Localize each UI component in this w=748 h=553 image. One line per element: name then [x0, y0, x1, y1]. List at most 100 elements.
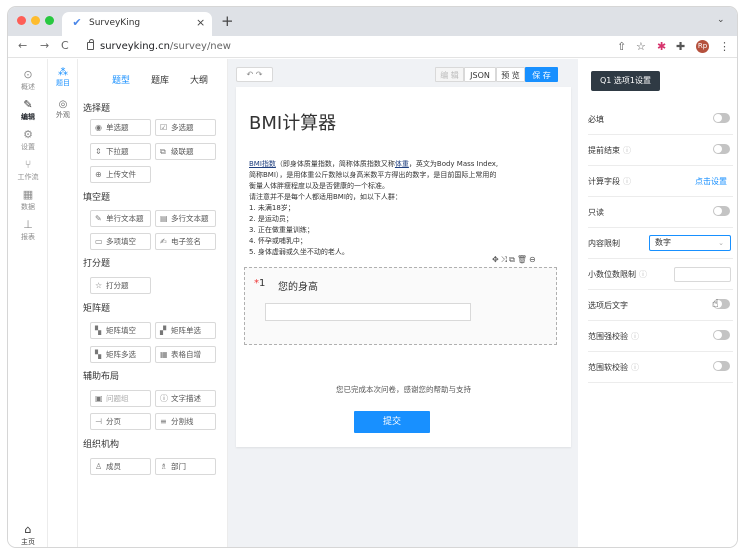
reload-button[interactable]: C — [61, 39, 69, 52]
group-choice: 选择题 — [83, 104, 111, 114]
button-label: 部门 — [171, 462, 186, 471]
subnav-questions-label: 题目 — [56, 79, 70, 87]
nav-overview[interactable]: ⊙ 概述 — [8, 69, 48, 92]
edit-button[interactable]: 编 辑 — [435, 67, 464, 82]
canvas-toolbar: ↶ ↷ 编 辑 JSON 预 览 保 存 — [236, 67, 571, 82]
add-member-button[interactable]: ♙ 成员 — [90, 458, 151, 475]
add-dropdown-button[interactable]: ⇕ 下拉题 — [90, 143, 151, 160]
prop-label-text: 小数位数限制 — [588, 270, 636, 279]
survey-title[interactable]: BMI计算器 — [249, 109, 336, 135]
early-end-toggle[interactable] — [713, 144, 730, 154]
save-button[interactable]: 保 存 — [525, 67, 558, 82]
nav-settings[interactable]: ⚙ 设置 — [8, 129, 48, 152]
add-matrix-multi-button[interactable]: ▚ 矩阵多选 — [90, 346, 151, 363]
button-label: 打分题 — [106, 281, 129, 290]
desc-text: （即身体质量指数，简称体质指数又称 — [275, 160, 395, 168]
survey-description[interactable]: BMI指数（即身体质量指数，简称体质指数又称体重，英文为Body Mass In… — [249, 159, 559, 258]
group-fill: 填空题 — [83, 193, 111, 203]
undo-redo-buttons[interactable]: ↶ ↷ — [236, 67, 273, 82]
help-icon[interactable]: ⓘ — [631, 332, 639, 341]
extension-icon[interactable]: ✱ — [657, 40, 666, 53]
minimize-window-button[interactable] — [31, 16, 40, 25]
decimal-limit-input[interactable] — [674, 267, 731, 282]
add-question-group-button[interactable]: ▣ 问题组 — [90, 390, 151, 407]
nav-data[interactable]: ▦ 数据 — [8, 189, 48, 212]
nav-home[interactable]: ⌂ 主页 — [8, 524, 48, 547]
readonly-toggle[interactable] — [713, 206, 730, 216]
add-cascade-button[interactable]: ⧉ 级联题 — [155, 143, 216, 160]
tab-search-icon[interactable]: ⌄ — [717, 15, 725, 25]
nav-workflow[interactable]: ⑂ 工作流 — [8, 159, 48, 182]
subnav-questions[interactable]: ⁂ 题目 — [48, 67, 78, 88]
nav-overview-label: 概述 — [21, 83, 35, 91]
tab-question-bank[interactable]: 题库 — [151, 73, 169, 86]
add-upload-button[interactable]: ⊕ 上传文件 — [90, 166, 151, 183]
left-nav: ⊙ 概述 ✎ 编辑 ⚙ 设置 ⑂ 工作流 ▦ 数据 ⊥ 报表 ⌂ 主页 — [8, 59, 48, 547]
survey-paper: BMI计算器 BMI指数（即身体质量指数，简称体质指数又称体重，英文为Body … — [236, 87, 571, 447]
nav-workflow-label: 工作流 — [17, 173, 39, 181]
question-tools[interactable]: ✥⤨⧉🗑⊖ — [492, 255, 538, 265]
bookmark-star-icon[interactable]: ☆ — [636, 40, 646, 53]
button-label: 单行文本题 — [106, 214, 144, 223]
add-multi-fill-button[interactable]: ▭ 多项填空 — [90, 233, 151, 250]
divider-icon: ≡ — [160, 417, 167, 426]
nav-report[interactable]: ⊥ 报表 — [8, 219, 48, 242]
range-strict-toggle[interactable] — [713, 330, 730, 340]
group-icon: ▣ — [95, 394, 103, 403]
home-icon: ⌂ — [24, 523, 32, 536]
survey-canvas: ↶ ↷ 编 辑 JSON 预 览 保 存 BMI计算器 BMI指数（即身体质量指… — [228, 59, 578, 547]
add-multi-choice-button[interactable]: ☑ 多选题 — [155, 119, 216, 136]
question-title[interactable]: 您的身高 — [278, 278, 318, 293]
browser-menu-icon[interactable]: ⋮ — [719, 40, 730, 53]
puzzle-extensions-icon[interactable]: ✚ — [676, 40, 685, 53]
sub-nav: ⁂ 题目 ◎ 外观 — [48, 59, 78, 547]
tab-question-types[interactable]: 题型 — [112, 73, 130, 86]
add-single-line-button[interactable]: ✎ 单行文本题 — [90, 210, 151, 227]
answer-input[interactable] — [265, 303, 471, 321]
zoom-window-button[interactable] — [45, 16, 54, 25]
help-icon[interactable]: ⓘ — [623, 177, 631, 186]
add-score-button[interactable]: ☆ 打分题 — [90, 277, 151, 294]
range-soft-toggle[interactable] — [713, 361, 730, 371]
tab-outline[interactable]: 大纲 — [190, 73, 208, 86]
help-icon[interactable]: ⓘ — [631, 363, 639, 372]
browser-tab[interactable]: ✔ SurveyKing × — [62, 12, 212, 36]
back-button[interactable]: ← — [18, 39, 27, 52]
add-divider-button[interactable]: ≡ 分割线 — [155, 413, 216, 430]
preview-button[interactable]: 预 览 — [496, 67, 525, 82]
add-matrix-single-button[interactable]: ▞ 矩阵单选 — [155, 322, 216, 339]
add-department-button[interactable]: ♗ 部门 — [155, 458, 216, 475]
forward-button[interactable]: → — [40, 39, 49, 52]
subnav-appearance[interactable]: ◎ 外观 — [48, 99, 78, 120]
calc-settings-link[interactable]: 点击设置 — [695, 176, 727, 187]
browser-window: ✔ SurveyKing × + ⌄ ← → C surveyking.cn/s… — [8, 7, 737, 547]
prop-label: 选项后文字 — [588, 301, 628, 310]
tab-close-icon[interactable]: × — [196, 16, 205, 29]
submit-button[interactable]: 提交 — [354, 411, 430, 433]
required-toggle[interactable] — [713, 113, 730, 123]
add-table-auto-button[interactable]: ▦ 表格自增 — [155, 346, 216, 363]
add-signature-button[interactable]: ✍ 电子签名 — [155, 233, 216, 250]
content-limit-select[interactable]: 数字 ⌄ — [649, 235, 731, 251]
help-icon[interactable]: ⓘ — [639, 270, 647, 279]
help-icon[interactable]: ⓘ — [623, 146, 631, 155]
prop-label: 范围软校验 ⓘ — [588, 362, 639, 373]
json-button[interactable]: JSON — [464, 67, 496, 82]
profile-avatar[interactable]: Rp — [696, 40, 709, 53]
add-multi-line-button[interactable]: ▤ 多行文本题 — [155, 210, 216, 227]
new-tab-button[interactable]: + — [221, 12, 234, 30]
prop-calc-field: 计算字段 ⓘ 点击设置 — [588, 166, 733, 197]
add-text-desc-button[interactable]: ⓘ 文字描述 — [155, 390, 216, 407]
question-block[interactable]: ✥⤨⧉🗑⊖ *1 您的身高 — [244, 255, 557, 345]
radio-icon: ◉ — [95, 123, 102, 132]
add-page-break-button[interactable]: ⊣ 分页 — [90, 413, 151, 430]
group-org: 组织机构 — [83, 440, 120, 450]
app-area: ⊙ 概述 ✎ 编辑 ⚙ 设置 ⑂ 工作流 ▦ 数据 ⊥ 报表 ⌂ 主页 ⁂ 题目 ◎ 外观 题型 … — [8, 59, 737, 547]
add-matrix-fill-button[interactable]: ▚ 矩阵填空 — [90, 322, 151, 339]
url-field[interactable]: surveyking.cn/survey/new — [100, 41, 231, 52]
button-label: 分割线 — [171, 417, 194, 426]
share-icon[interactable]: ⇧ — [617, 40, 626, 53]
close-window-button[interactable] — [17, 16, 26, 25]
add-single-choice-button[interactable]: ◉ 单选题 — [90, 119, 151, 136]
nav-edit[interactable]: ✎ 编辑 — [8, 99, 48, 122]
